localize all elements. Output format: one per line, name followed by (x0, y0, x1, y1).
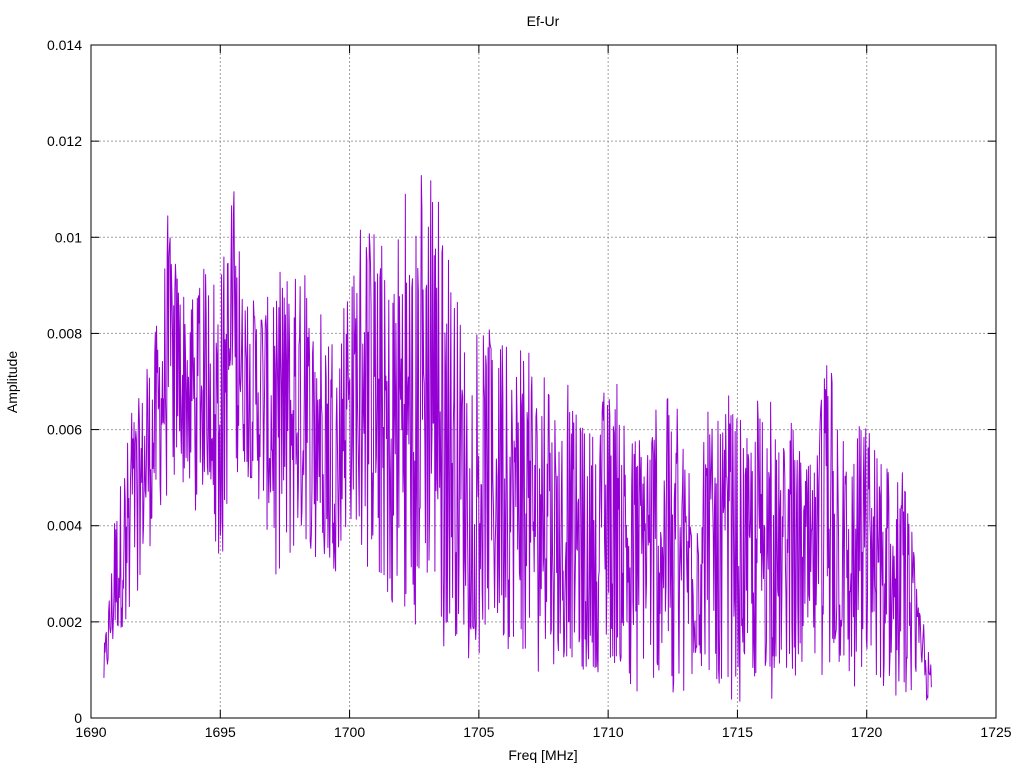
x-tick-label: 1700 (334, 724, 365, 740)
y-tick-label: 0.01 (55, 229, 82, 245)
x-tick-label: 1690 (75, 724, 106, 740)
y-tick-label: 0 (74, 710, 82, 726)
x-tick-label: 1710 (593, 724, 624, 740)
y-tick-label: 0.006 (47, 422, 82, 438)
x-tick-label: 1715 (722, 724, 753, 740)
y-tick-label: 0.002 (47, 614, 82, 630)
chart-title: Ef-Ur (527, 13, 560, 29)
x-tick-label: 1695 (205, 724, 236, 740)
y-axis-title: Amplitude (4, 351, 20, 413)
x-tick-label: 1725 (980, 724, 1011, 740)
y-tick-label: 0.014 (47, 37, 82, 53)
y-tick-label: 0.004 (47, 518, 82, 534)
x-tick-label: 1720 (851, 724, 882, 740)
amplitude-spectrum-chart: Ef-Ur 1690 1695 1700 1705 1710 1715 1720 1725 0… (0, 0, 1024, 768)
y-tick-label: 0.012 (47, 133, 82, 149)
x-axis-title: Freq [MHz] (508, 747, 577, 763)
x-tick-label: 1705 (463, 724, 494, 740)
chart-background (0, 0, 1024, 768)
y-tick-label: 0.008 (47, 325, 82, 341)
